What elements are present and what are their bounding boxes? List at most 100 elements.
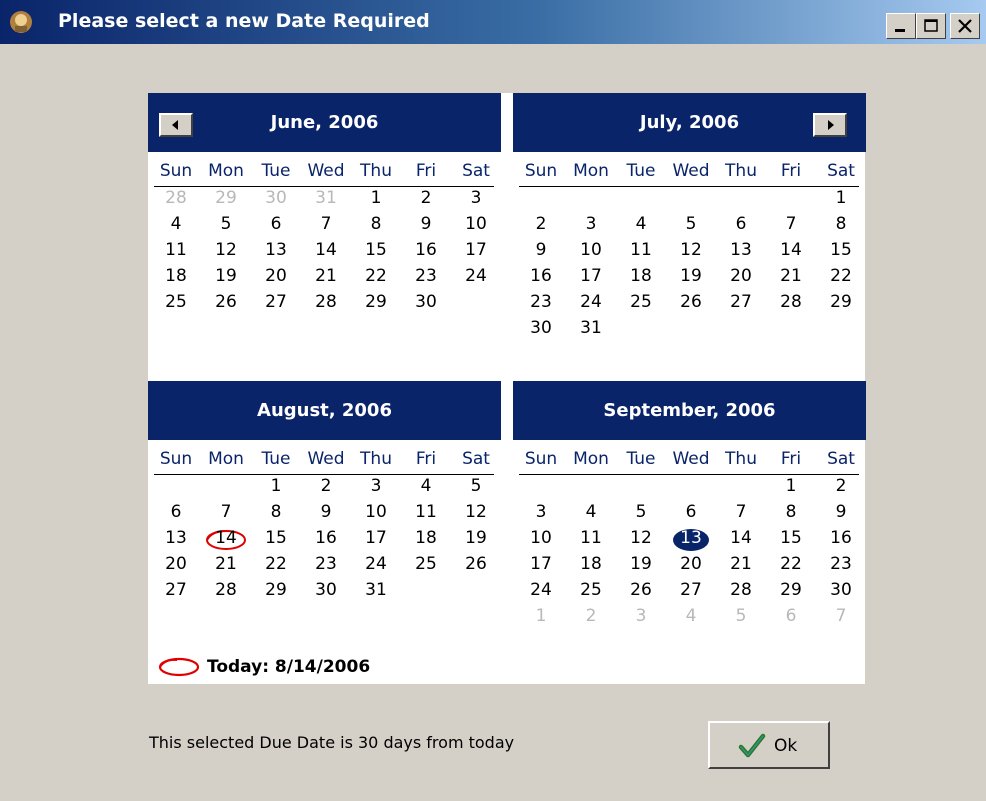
today-indicator[interactable]: Today: 8/14/2006 — [157, 655, 457, 679]
day-cell[interactable]: 23 — [301, 554, 351, 574]
day-cell[interactable]: 3 — [516, 502, 566, 522]
day-cell[interactable]: 17 — [351, 528, 401, 548]
day-cell[interactable]: 23 — [516, 292, 566, 312]
day-cell[interactable]: 6 — [716, 214, 766, 234]
day-cell[interactable]: 5 — [616, 502, 666, 522]
day-cell[interactable]: 13 — [151, 528, 201, 548]
day-cell[interactable]: 1 — [816, 188, 866, 208]
day-cell[interactable]: 20 — [251, 266, 301, 286]
day-cell[interactable]: 8 — [251, 502, 301, 522]
day-cell[interactable]: 20 — [666, 554, 716, 574]
day-cell[interactable]: 7 — [716, 502, 766, 522]
day-cell[interactable]: 31 — [351, 580, 401, 600]
day-cell[interactable]: 21 — [716, 554, 766, 574]
day-cell[interactable]: 27 — [251, 292, 301, 312]
day-cell[interactable]: 2 — [566, 606, 616, 626]
day-cell[interactable]: 2 — [516, 214, 566, 234]
day-cell[interactable]: 11 — [151, 240, 201, 260]
day-cell[interactable]: 18 — [566, 554, 616, 574]
day-cell[interactable]: 4 — [616, 214, 666, 234]
day-cell[interactable]: 21 — [301, 266, 351, 286]
day-cell[interactable]: 31 — [301, 188, 351, 208]
day-cell[interactable]: 24 — [351, 554, 401, 574]
day-cell[interactable]: 5 — [201, 214, 251, 234]
day-cell[interactable]: 27 — [716, 292, 766, 312]
day-cell[interactable]: 10 — [516, 528, 566, 548]
day-cell[interactable]: 26 — [666, 292, 716, 312]
day-cell[interactable]: 3 — [351, 476, 401, 496]
minimize-button[interactable] — [886, 13, 916, 39]
day-cell[interactable]: 16 — [816, 528, 866, 548]
day-cell[interactable]: 12 — [616, 528, 666, 548]
day-cell[interactable]: 2 — [816, 476, 866, 496]
day-cell[interactable]: 29 — [201, 188, 251, 208]
day-cell[interactable]: 1 — [516, 606, 566, 626]
day-cell[interactable]: 16 — [401, 240, 451, 260]
day-cell[interactable]: 28 — [151, 188, 201, 208]
day-cell[interactable]: 25 — [401, 554, 451, 574]
day-cell[interactable]: 21 — [766, 266, 816, 286]
day-cell[interactable]: 26 — [201, 292, 251, 312]
day-cell[interactable]: 28 — [201, 580, 251, 600]
maximize-button[interactable] — [916, 13, 946, 39]
day-cell[interactable]: 15 — [816, 240, 866, 260]
day-cell[interactable]: 6 — [766, 606, 816, 626]
day-cell[interactable]: 3 — [451, 188, 501, 208]
day-cell[interactable]: 24 — [566, 292, 616, 312]
day-cell[interactable]: 28 — [716, 580, 766, 600]
day-cell[interactable]: 14 — [716, 528, 766, 548]
day-cell[interactable]: 3 — [616, 606, 666, 626]
day-cell[interactable]: 1 — [766, 476, 816, 496]
day-cell[interactable]: 26 — [451, 554, 501, 574]
ok-button[interactable]: Ok — [708, 721, 830, 769]
close-button[interactable] — [950, 13, 980, 39]
day-cell[interactable]: 22 — [766, 554, 816, 574]
day-cell[interactable]: 25 — [616, 292, 666, 312]
day-cell[interactable]: 22 — [351, 266, 401, 286]
day-cell[interactable]: 9 — [516, 240, 566, 260]
day-cell[interactable]: 4 — [666, 606, 716, 626]
day-cell[interactable]: 20 — [151, 554, 201, 574]
day-cell[interactable]: 5 — [451, 476, 501, 496]
day-cell[interactable]: 13 — [666, 528, 716, 548]
day-cell[interactable]: 8 — [766, 502, 816, 522]
day-cell[interactable]: 11 — [401, 502, 451, 522]
day-cell[interactable]: 8 — [816, 214, 866, 234]
day-cell[interactable]: 30 — [251, 188, 301, 208]
day-cell[interactable]: 23 — [401, 266, 451, 286]
day-cell[interactable]: 25 — [566, 580, 616, 600]
day-cell[interactable]: 28 — [301, 292, 351, 312]
day-cell[interactable]: 11 — [616, 240, 666, 260]
day-cell[interactable]: 19 — [201, 266, 251, 286]
day-cell[interactable]: 5 — [666, 214, 716, 234]
day-cell[interactable]: 23 — [816, 554, 866, 574]
day-cell[interactable]: 18 — [151, 266, 201, 286]
day-cell[interactable]: 7 — [301, 214, 351, 234]
day-cell[interactable]: 15 — [766, 528, 816, 548]
day-cell[interactable]: 30 — [401, 292, 451, 312]
day-cell[interactable]: 30 — [516, 318, 566, 338]
day-cell[interactable]: 24 — [516, 580, 566, 600]
day-cell[interactable]: 17 — [566, 266, 616, 286]
day-cell[interactable]: 4 — [151, 214, 201, 234]
day-cell[interactable]: 25 — [151, 292, 201, 312]
day-cell[interactable]: 29 — [351, 292, 401, 312]
day-cell[interactable]: 9 — [816, 502, 866, 522]
day-cell[interactable]: 2 — [401, 188, 451, 208]
day-cell[interactable]: 29 — [251, 580, 301, 600]
day-cell[interactable]: 14 — [201, 528, 251, 548]
day-cell[interactable]: 9 — [401, 214, 451, 234]
day-cell[interactable]: 20 — [716, 266, 766, 286]
day-cell[interactable]: 19 — [616, 554, 666, 574]
day-cell[interactable]: 16 — [516, 266, 566, 286]
day-cell[interactable]: 13 — [251, 240, 301, 260]
day-cell[interactable]: 12 — [666, 240, 716, 260]
day-cell[interactable]: 4 — [401, 476, 451, 496]
day-cell[interactable]: 9 — [301, 502, 351, 522]
day-cell[interactable]: 17 — [516, 554, 566, 574]
day-cell[interactable]: 2 — [301, 476, 351, 496]
day-cell[interactable]: 7 — [816, 606, 866, 626]
day-cell[interactable]: 11 — [566, 528, 616, 548]
day-cell[interactable]: 24 — [451, 266, 501, 286]
prev-month-button[interactable] — [159, 113, 193, 137]
